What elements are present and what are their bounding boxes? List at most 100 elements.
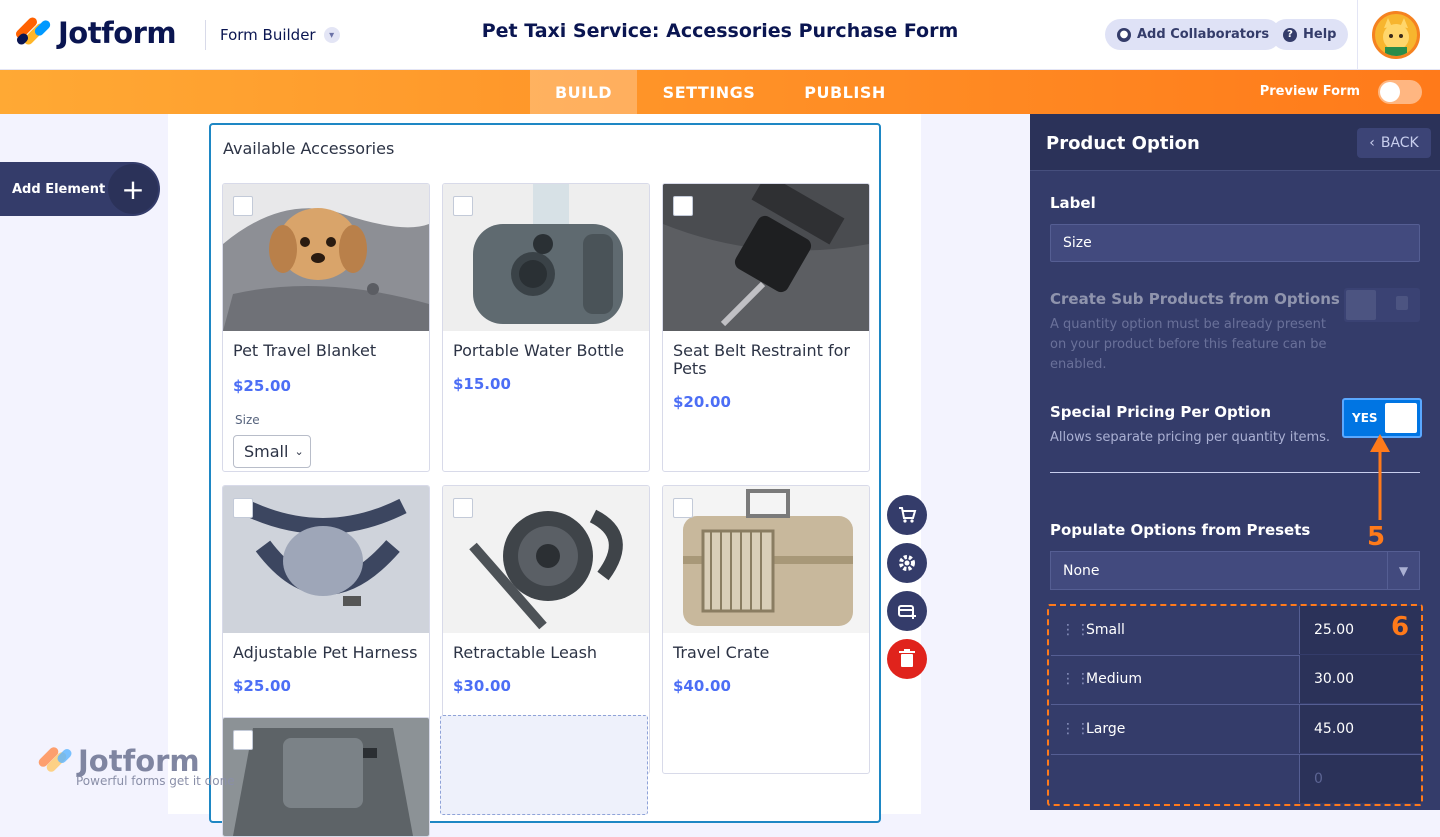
presets-heading: Populate Options from Presets (1050, 521, 1311, 539)
product-name: Seat Belt Restraint for Pets (673, 341, 850, 378)
harness-image (223, 486, 429, 633)
option-row[interactable]: ⋮⋮ Small 25.00 (1051, 606, 1421, 656)
help-icon: ? (1283, 27, 1297, 42)
option-price-input[interactable]: 45.00 (1299, 705, 1421, 753)
special-pricing-heading: Special Pricing Per Option (1050, 403, 1272, 421)
option-price-input[interactable]: 0 (1299, 755, 1421, 803)
product-name: Adjustable Pet Harness (233, 643, 418, 662)
cart-button[interactable] (887, 495, 927, 535)
add-product-placeholder[interactable] (440, 715, 648, 815)
product-options-button[interactable] (887, 591, 927, 631)
help-label: Help (1303, 27, 1337, 42)
product-checkbox[interactable] (453, 196, 473, 216)
product-checkbox[interactable] (233, 498, 253, 518)
lock-icon (1396, 296, 1408, 310)
add-collaborators-button[interactable]: ● Add Collaborators (1105, 19, 1282, 50)
tab-settings[interactable]: SETTINGS (650, 70, 768, 114)
field-label: Available Accessories (223, 139, 395, 158)
help-button[interactable]: ? Help (1271, 19, 1349, 50)
product-card[interactable]: Pet Travel Blanket $25.00 Size Small ⌄ (222, 183, 430, 472)
sub-products-toggle (1344, 288, 1420, 322)
product-checkbox[interactable] (673, 196, 693, 216)
product-price: $20.00 (673, 393, 731, 411)
size-select[interactable]: Small ⌄ (233, 435, 311, 468)
toggle-knob (1346, 290, 1376, 320)
option-row-empty[interactable]: 0 (1051, 755, 1421, 805)
tab-build[interactable]: BUILD (530, 70, 637, 114)
product-card[interactable]: Seat Belt Restraint for Pets $20.00 (662, 183, 870, 472)
chevron-left-icon: ‹ (1369, 135, 1375, 151)
leash-image (443, 486, 649, 633)
options-list: ⋮⋮ Small 25.00 ⋮⋮ Medium 30.00 ⋮⋮ Large … (1047, 604, 1423, 806)
trash-icon (899, 649, 915, 667)
product-card[interactable]: Portable Water Bottle $15.00 (442, 183, 650, 472)
toggle-knob (1385, 403, 1417, 433)
product-price: $25.00 (233, 377, 291, 395)
jotform-logo-icon (36, 745, 74, 777)
option-row[interactable]: ⋮⋮ Medium 30.00 (1051, 655, 1421, 705)
logo-text: Jotform (58, 16, 177, 50)
product-name: Portable Water Bottle (453, 341, 625, 360)
chevron-down-icon: ⌄ (294, 445, 304, 458)
card-add-icon (898, 605, 916, 619)
product-checkbox[interactable] (673, 498, 693, 518)
car-seat-cover-image (223, 718, 429, 836)
avatar[interactable] (1372, 11, 1420, 59)
delete-button[interactable] (887, 639, 927, 679)
sub-products-help: A quantity option must be already presen… (1050, 317, 1327, 372)
add-element-label: Add Element (12, 181, 106, 197)
option-name[interactable]: Large (1086, 721, 1125, 737)
builder-nav-bar: BUILD SETTINGS PUBLISH Preview Form (0, 70, 1440, 114)
product-name: Travel Crate (673, 643, 770, 662)
user-icon: ● (1117, 27, 1131, 42)
product-price: $40.00 (673, 677, 731, 695)
divider (1357, 0, 1358, 70)
add-element-button[interactable]: Add Element + (0, 162, 160, 216)
properties-panel: Product Option ‹ BACK Label Size Create … (1030, 114, 1440, 810)
product-checkbox[interactable] (453, 498, 473, 518)
crate-image (663, 486, 869, 633)
cart-icon (899, 507, 917, 523)
product-card[interactable]: Travel Crate $40.00 (662, 485, 870, 774)
seat-belt-image (663, 184, 869, 331)
form-builder-dropdown[interactable]: Form Builder ▾ (205, 20, 340, 50)
panel-header: Product Option ‹ BACK (1030, 114, 1440, 171)
form-title[interactable]: Pet Taxi Service: Accessories Purchase F… (440, 20, 1000, 42)
product-checkbox[interactable] (233, 196, 253, 216)
tab-publish[interactable]: PUBLISH (795, 70, 895, 114)
special-pricing-help: Allows separate pricing per quantity ite… (1050, 430, 1331, 445)
size-label: Size (235, 413, 260, 427)
watermark-text: Jotform (78, 744, 200, 778)
preview-form-label: Preview Form (1259, 84, 1360, 99)
add-collaborators-label: Add Collaborators (1137, 27, 1270, 42)
back-label: BACK (1380, 135, 1419, 151)
product-name: Retractable Leash (453, 643, 598, 662)
plus-icon: + (108, 164, 158, 214)
option-name[interactable]: Medium (1086, 671, 1142, 687)
label-input[interactable]: Size (1050, 224, 1420, 262)
gear-icon (899, 555, 915, 571)
product-checkbox[interactable] (233, 730, 253, 750)
preview-form-toggle[interactable] (1378, 80, 1422, 104)
top-bar: Jotform Form Builder ▾ Pet Taxi Service:… (0, 0, 1440, 70)
form-builder-label: Form Builder (220, 26, 316, 44)
option-price-input[interactable]: 30.00 (1299, 655, 1421, 703)
cat-avatar-icon (1383, 18, 1409, 56)
option-row[interactable]: ⋮⋮ Large 45.00 (1051, 705, 1421, 755)
jotform-logo-icon (14, 15, 53, 49)
back-button[interactable]: ‹ BACK (1357, 128, 1431, 158)
jotform-logo[interactable]: Jotform (14, 15, 177, 50)
toggle-knob (1380, 82, 1400, 102)
option-name[interactable]: Small (1086, 622, 1125, 638)
jotform-watermark: Jotform Powerful forms get it done (36, 744, 235, 788)
panel-title: Product Option (1046, 133, 1200, 154)
settings-button[interactable] (887, 543, 927, 583)
watermark-tagline: Powerful forms get it done (76, 774, 235, 788)
label-heading: Label (1050, 194, 1096, 212)
step-5-badge: 5 (1367, 522, 1386, 552)
product-card[interactable] (222, 717, 430, 837)
water-bottle-image (443, 184, 649, 331)
product-price: $30.00 (453, 677, 511, 695)
size-select-value: Small (244, 442, 289, 461)
presets-select[interactable]: None ▼ (1050, 551, 1420, 590)
